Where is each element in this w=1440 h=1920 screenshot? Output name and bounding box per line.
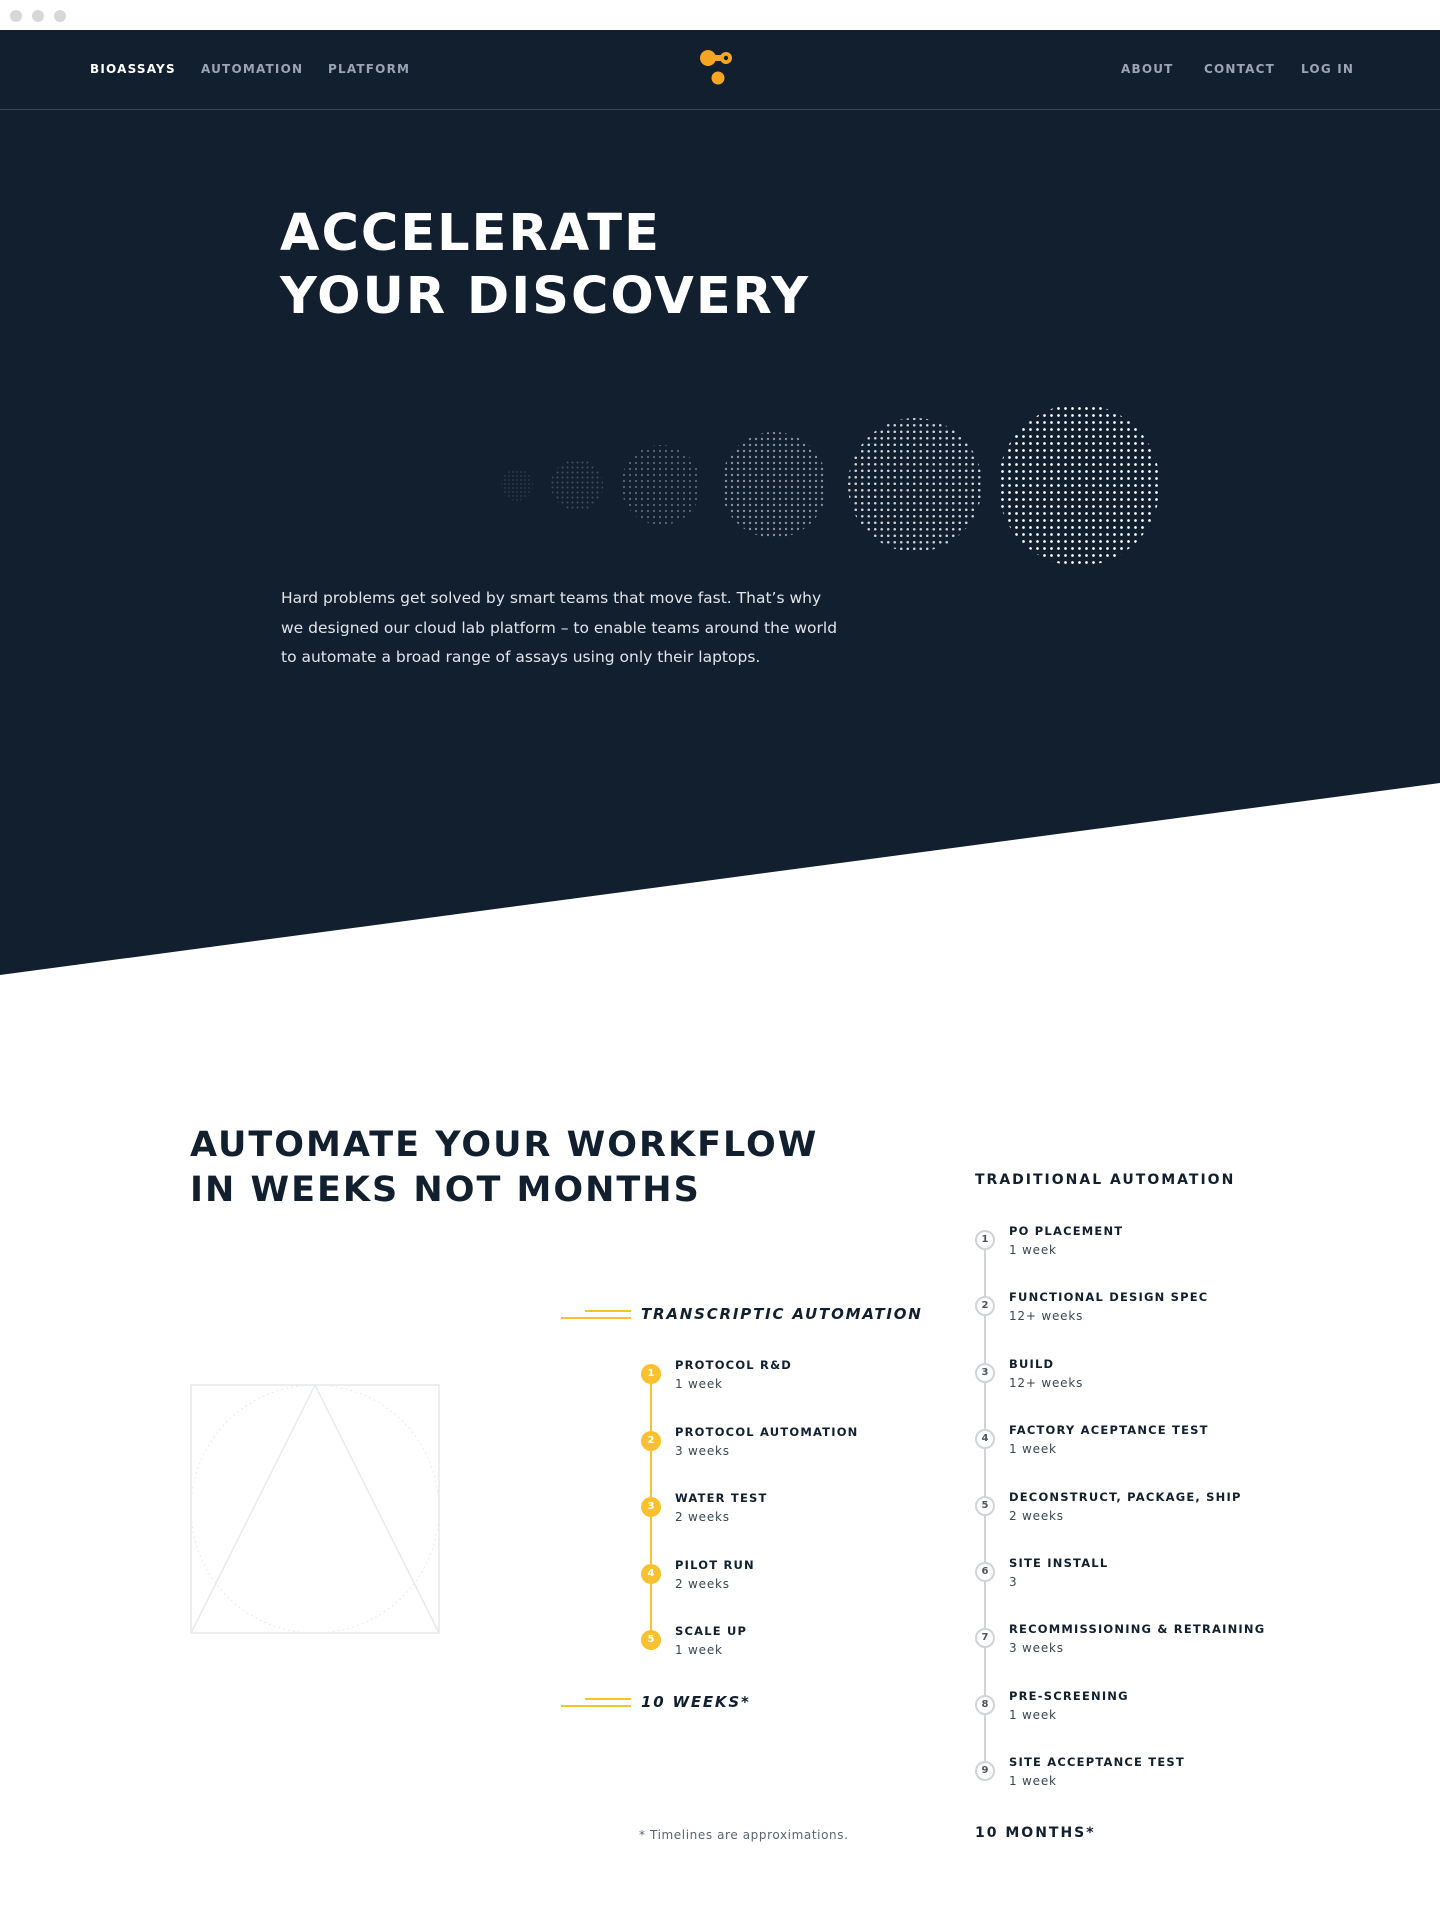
timeline-step: 4 PILOT RUN 2 weeks — [641, 1558, 961, 1614]
step-number: 4 — [975, 1429, 995, 1450]
step-duration: 3 weeks — [1009, 1641, 1064, 1656]
browser-chrome — [0, 0, 1440, 30]
timeline-step: 3 WATER TEST 2 weeks — [641, 1491, 961, 1547]
timeline-step: 1 PROTOCOL R&D 1 week — [641, 1358, 961, 1414]
step-number: 4 — [641, 1563, 661, 1584]
dot-circle — [501, 469, 533, 501]
traditional-total: 10 MONTHS* — [975, 1825, 1096, 1841]
step-duration: 2 weeks — [1009, 1508, 1064, 1523]
heading-accent-lines — [561, 1308, 631, 1322]
step-number: 3 — [975, 1362, 995, 1383]
step-name: RECOMMISSIONING & RETRAINING — [1009, 1622, 1266, 1637]
step-number: 5 — [975, 1495, 995, 1516]
timeline-step: 4 FACTORY ACEPTANCE TEST 1 week — [975, 1423, 1295, 1479]
timeline-step: 1 PO PLACEMENT 1 week — [975, 1224, 1295, 1280]
dot-circle — [721, 432, 827, 538]
step-number: 3 — [641, 1497, 661, 1517]
step-number: 2 — [641, 1430, 661, 1451]
step-name: SITE INSTALL — [1009, 1555, 1109, 1570]
step-number: 9 — [975, 1761, 995, 1781]
step-duration: 1 week — [1009, 1707, 1057, 1722]
hero-section: BIOASSAYS AUTOMATION PLATFORM ABOUT CONT… — [0, 30, 1440, 975]
step-name: PROTOCOL R&D — [675, 1358, 793, 1372]
step-name: DECONSTRUCT, PACKAGE, SHIP — [1009, 1489, 1242, 1504]
step-name: PO PLACEMENT — [1009, 1224, 1124, 1238]
step-duration: 3 — [1009, 1574, 1018, 1589]
window-dot-icon[interactable] — [10, 10, 22, 22]
dot-circle — [551, 459, 603, 511]
top-nav: BIOASSAYS AUTOMATION PLATFORM ABOUT CONT… — [0, 30, 1440, 110]
step-duration: 1 week — [1009, 1243, 1057, 1257]
step-name: PRE-SCREENING — [1009, 1688, 1129, 1703]
step-name: BUILD — [1009, 1356, 1055, 1371]
step-name: PROTOCOL AUTOMATION — [675, 1424, 859, 1439]
workflow-title: AUTOMATE YOUR WORKFLOW IN WEEKS NOT MONT… — [190, 1123, 818, 1213]
dotted-circles-graphic — [501, 404, 1160, 566]
timeline-step: 5 SCALE UP 1 week — [641, 1624, 961, 1680]
nav-link-login[interactable]: LOG IN — [1301, 62, 1354, 76]
dot-circle — [848, 418, 982, 552]
step-duration: 1 week — [675, 1377, 723, 1391]
dot-circle — [998, 404, 1160, 566]
step-duration: 2 weeks — [675, 1510, 730, 1524]
nav-link-platform[interactable]: PLATFORM — [328, 62, 410, 76]
nav-link-about[interactable]: ABOUT — [1121, 62, 1174, 76]
dot-circle — [621, 445, 701, 525]
step-name: FACTORY ACEPTANCE TEST — [1009, 1423, 1209, 1438]
step-duration: 3 weeks — [675, 1443, 730, 1458]
step-name: FUNCTIONAL DESIGN SPEC — [1009, 1290, 1209, 1305]
timeline-step: 7 RECOMMISSIONING & RETRAINING 3 weeks — [975, 1622, 1295, 1678]
step-duration: 1 week — [1009, 1442, 1057, 1457]
step-duration: 1 week — [675, 1643, 723, 1657]
total-accent-lines — [561, 1696, 631, 1710]
timeline-step: 2 PROTOCOL AUTOMATION 3 weeks — [641, 1425, 961, 1481]
hero-title-line2: YOUR DISCOVERY — [280, 267, 811, 326]
step-number: 5 — [641, 1630, 661, 1650]
step-duration: 12+ weeks — [1009, 1375, 1084, 1390]
nav-link-automation[interactable]: AUTOMATION — [201, 62, 303, 76]
step-number: 7 — [975, 1628, 995, 1649]
step-name: WATER TEST — [675, 1491, 768, 1505]
step-number: 1 — [975, 1230, 995, 1250]
hero-description: Hard problems get solved by smart teams … — [281, 589, 838, 666]
step-duration: 12+ weeks — [1009, 1309, 1084, 1324]
workflow-title-line1: AUTOMATE YOUR WORKFLOW — [190, 1125, 819, 1165]
step-number: 6 — [975, 1561, 995, 1582]
timeline-step: 5 DECONSTRUCT, PACKAGE, SHIP 2 weeks — [975, 1490, 1295, 1546]
step-name: SCALE UP — [675, 1624, 748, 1638]
workflow-title-line2: IN WEEKS NOT MONTHS — [190, 1170, 701, 1210]
transcriptic-total: 10 WEEKS* — [641, 1693, 751, 1711]
window-dot-icon[interactable] — [54, 10, 66, 22]
window-dot-icon[interactable] — [32, 10, 44, 22]
timeline-step: 9 SITE ACCEPTANCE TEST 1 week — [975, 1755, 1295, 1811]
transcriptic-heading: TRANSCRIPTIC AUTOMATION — [641, 1305, 923, 1323]
hero-title: ACCELERATE YOUR DISCOVERY — [280, 202, 810, 328]
nav-link-contact[interactable]: CONTACT — [1204, 62, 1275, 76]
timeline-step: 6 SITE INSTALL 3 — [975, 1556, 1295, 1612]
timeline-step: 8 PRE-SCREENING 1 week — [975, 1689, 1295, 1745]
step-duration: 1 week — [1009, 1774, 1057, 1788]
nav-link-bioassays[interactable]: BIOASSAYS — [90, 62, 176, 76]
step-number: 1 — [641, 1364, 661, 1384]
step-name: SITE ACCEPTANCE TEST — [1009, 1755, 1185, 1769]
step-name: PILOT RUN — [675, 1557, 755, 1572]
step-number: 2 — [975, 1296, 995, 1317]
transcriptic-logo-icon[interactable] — [696, 48, 740, 88]
triangle-circle-square-icon — [190, 1384, 440, 1634]
timeline-step: 3 BUILD 12+ weeks — [975, 1357, 1295, 1413]
step-number: 8 — [975, 1694, 995, 1715]
traditional-heading: TRADITIONAL AUTOMATION — [975, 1172, 1236, 1188]
timeline-step: 2 FUNCTIONAL DESIGN SPEC 12+ weeks — [975, 1290, 1295, 1346]
step-duration: 2 weeks — [675, 1576, 730, 1591]
timeline-footnote: * Timelines are approximations. — [639, 1828, 849, 1842]
hero-title-line1: ACCELERATE — [280, 204, 661, 263]
